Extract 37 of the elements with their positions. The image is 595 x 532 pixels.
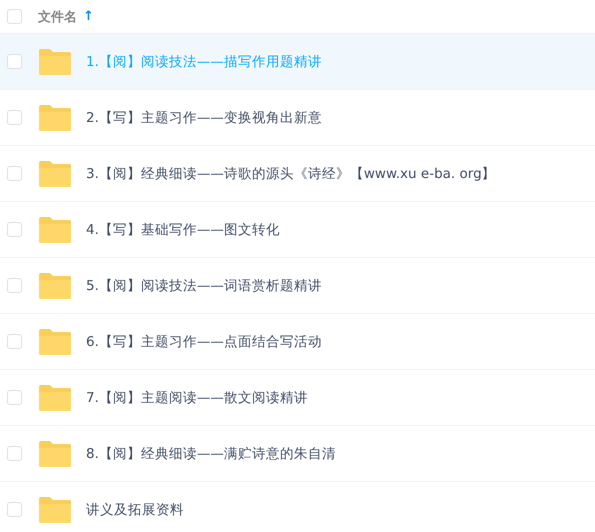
file-row[interactable]: 6.【写】主题习作——点面结合写活动 xyxy=(0,314,595,370)
file-name[interactable]: 3.【阅】经典细读——诗歌的源头《诗经》【www.xu e-ba. org】 xyxy=(86,164,496,182)
file-name[interactable]: 5.【阅】阅读技法——词语赏析题精讲 xyxy=(86,276,322,294)
checkbox[interactable] xyxy=(7,166,22,181)
folder-icon xyxy=(38,160,72,188)
file-name[interactable]: 6.【写】主题习作——点面结合写活动 xyxy=(86,332,322,350)
folder-icon xyxy=(38,104,72,132)
checkbox[interactable] xyxy=(7,54,22,69)
file-name[interactable]: 8.【阅】经典细读——满贮诗意的朱自清 xyxy=(86,444,336,462)
file-name[interactable]: 7.【阅】主题阅读——散文阅读精讲 xyxy=(86,388,308,406)
file-row[interactable]: 2.【写】主题习作——变换视角出新意 xyxy=(0,90,595,146)
folder-icon xyxy=(38,216,72,244)
folder-icon xyxy=(38,272,72,300)
file-row[interactable]: 5.【阅】阅读技法——词语赏析题精讲 xyxy=(0,258,595,314)
sort-arrow[interactable]: ↑ xyxy=(83,9,94,24)
checkbox[interactable] xyxy=(7,222,22,237)
folder-icon xyxy=(38,384,72,412)
folder-icon xyxy=(38,440,72,468)
folder-icon xyxy=(38,328,72,356)
file-name[interactable]: 讲义及拓展资料 xyxy=(86,500,184,518)
checkbox[interactable] xyxy=(7,502,22,517)
checkbox[interactable] xyxy=(7,334,22,349)
file-name[interactable]: 2.【写】主题习作——变换视角出新意 xyxy=(86,108,322,126)
file-row[interactable]: 讲义及拓展资料 xyxy=(0,482,595,532)
file-row[interactable]: 7.【阅】主题阅读——散文阅读精讲 xyxy=(0,370,595,426)
checkbox[interactable] xyxy=(7,110,22,125)
file-row[interactable]: 3.【阅】经典细读——诗歌的源头《诗经》【www.xu e-ba. org】 xyxy=(0,146,595,202)
checkbox[interactable] xyxy=(7,9,22,24)
checkbox[interactable] xyxy=(7,390,22,405)
folder-icon xyxy=(38,496,72,524)
checkbox[interactable] xyxy=(7,278,22,293)
file-row[interactable]: 8.【阅】经典细读——满贮诗意的朱自清 xyxy=(0,426,595,482)
folder-icon xyxy=(38,48,72,76)
file-row[interactable]: 4.【写】基础写作——图文转化 xyxy=(0,202,595,258)
column-header[interactable]: 文件名 xyxy=(38,8,77,26)
file-name[interactable]: 4.【写】基础写作——图文转化 xyxy=(86,220,280,238)
checkbox[interactable] xyxy=(7,446,22,461)
